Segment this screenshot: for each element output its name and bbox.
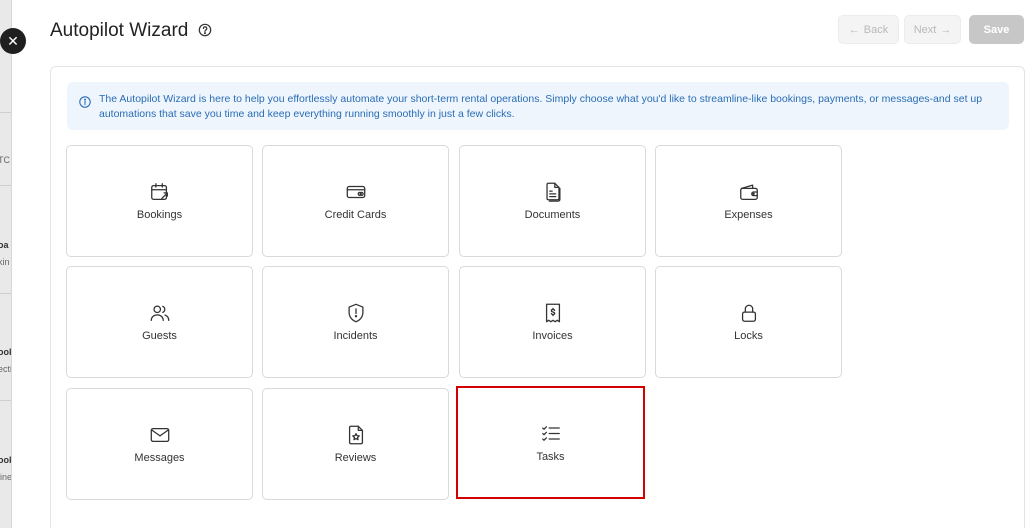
file-star-icon	[345, 424, 367, 446]
card-reviews[interactable]: Reviews	[262, 388, 449, 500]
card-documents[interactable]: Documents	[459, 145, 646, 257]
background-page-strip: TC oa kin ook ecti ook line	[0, 0, 12, 528]
info-banner-text: The Autopilot Wizard is here to help you…	[99, 93, 983, 120]
background-text: ook	[0, 455, 11, 465]
close-button[interactable]: ✕	[0, 28, 26, 54]
divider	[0, 112, 11, 113]
card-label: Expenses	[724, 209, 773, 221]
back-button-label: Back	[863, 23, 889, 36]
divider	[0, 293, 11, 294]
credit-card-icon	[345, 181, 367, 203]
card-locks[interactable]: Locks	[655, 266, 842, 378]
next-button[interactable]: Next →	[904, 15, 961, 44]
wizard-panel: The Autopilot Wizard is here to help you…	[50, 66, 1025, 528]
background-text: oa	[0, 240, 9, 250]
documents-icon	[542, 181, 564, 203]
page-title: Autopilot Wizard	[50, 20, 214, 42]
lock-icon	[738, 302, 760, 324]
background-text: line	[0, 472, 12, 482]
envelope-icon	[149, 424, 171, 446]
card-tasks[interactable]: Tasks	[456, 386, 645, 499]
page-title-text: Autopilot Wizard	[50, 20, 189, 41]
card-label: Invoices	[532, 330, 573, 342]
card-label: Reviews	[334, 452, 377, 464]
card-bookings[interactable]: Bookings	[66, 145, 253, 257]
users-icon	[149, 302, 171, 324]
background-text: ook	[0, 347, 11, 357]
close-icon: ✕	[7, 33, 19, 49]
divider	[0, 400, 11, 401]
info-icon	[79, 96, 91, 108]
next-button-label: Next	[913, 23, 937, 36]
card-label: Credit Cards	[324, 209, 387, 221]
card-label: Bookings	[136, 209, 183, 221]
card-label: Messages	[134, 452, 185, 464]
card-credit-cards[interactable]: Credit Cards	[262, 145, 449, 257]
background-text: kin	[0, 257, 10, 267]
divider	[0, 185, 11, 186]
help-circle-icon[interactable]	[198, 23, 214, 39]
card-invoices[interactable]: Invoices	[459, 266, 646, 378]
card-messages[interactable]: Messages	[66, 388, 253, 500]
card-label: Locks	[734, 330, 763, 342]
card-incidents[interactable]: Incidents	[262, 266, 449, 378]
wallet-icon	[738, 181, 760, 203]
save-button[interactable]: Save	[969, 15, 1024, 44]
card-label: Guests	[142, 330, 177, 342]
arrow-left-icon: ←	[848, 23, 860, 36]
background-text: TC	[0, 155, 10, 165]
arrow-right-icon: →	[940, 23, 952, 36]
receipt-dollar-icon	[542, 302, 564, 324]
background-text: ecti	[0, 364, 12, 374]
back-button[interactable]: ← Back	[838, 15, 899, 44]
card-expenses[interactable]: Expenses	[655, 145, 842, 257]
card-label: Incidents	[333, 330, 378, 342]
calendar-arrow-icon	[149, 181, 171, 203]
card-label: Tasks	[536, 450, 565, 463]
shield-alert-icon	[345, 302, 367, 324]
info-banner: The Autopilot Wizard is here to help you…	[67, 82, 1009, 130]
checklist-icon	[540, 423, 562, 445]
card-guests[interactable]: Guests	[66, 266, 253, 378]
card-label: Documents	[524, 209, 581, 221]
